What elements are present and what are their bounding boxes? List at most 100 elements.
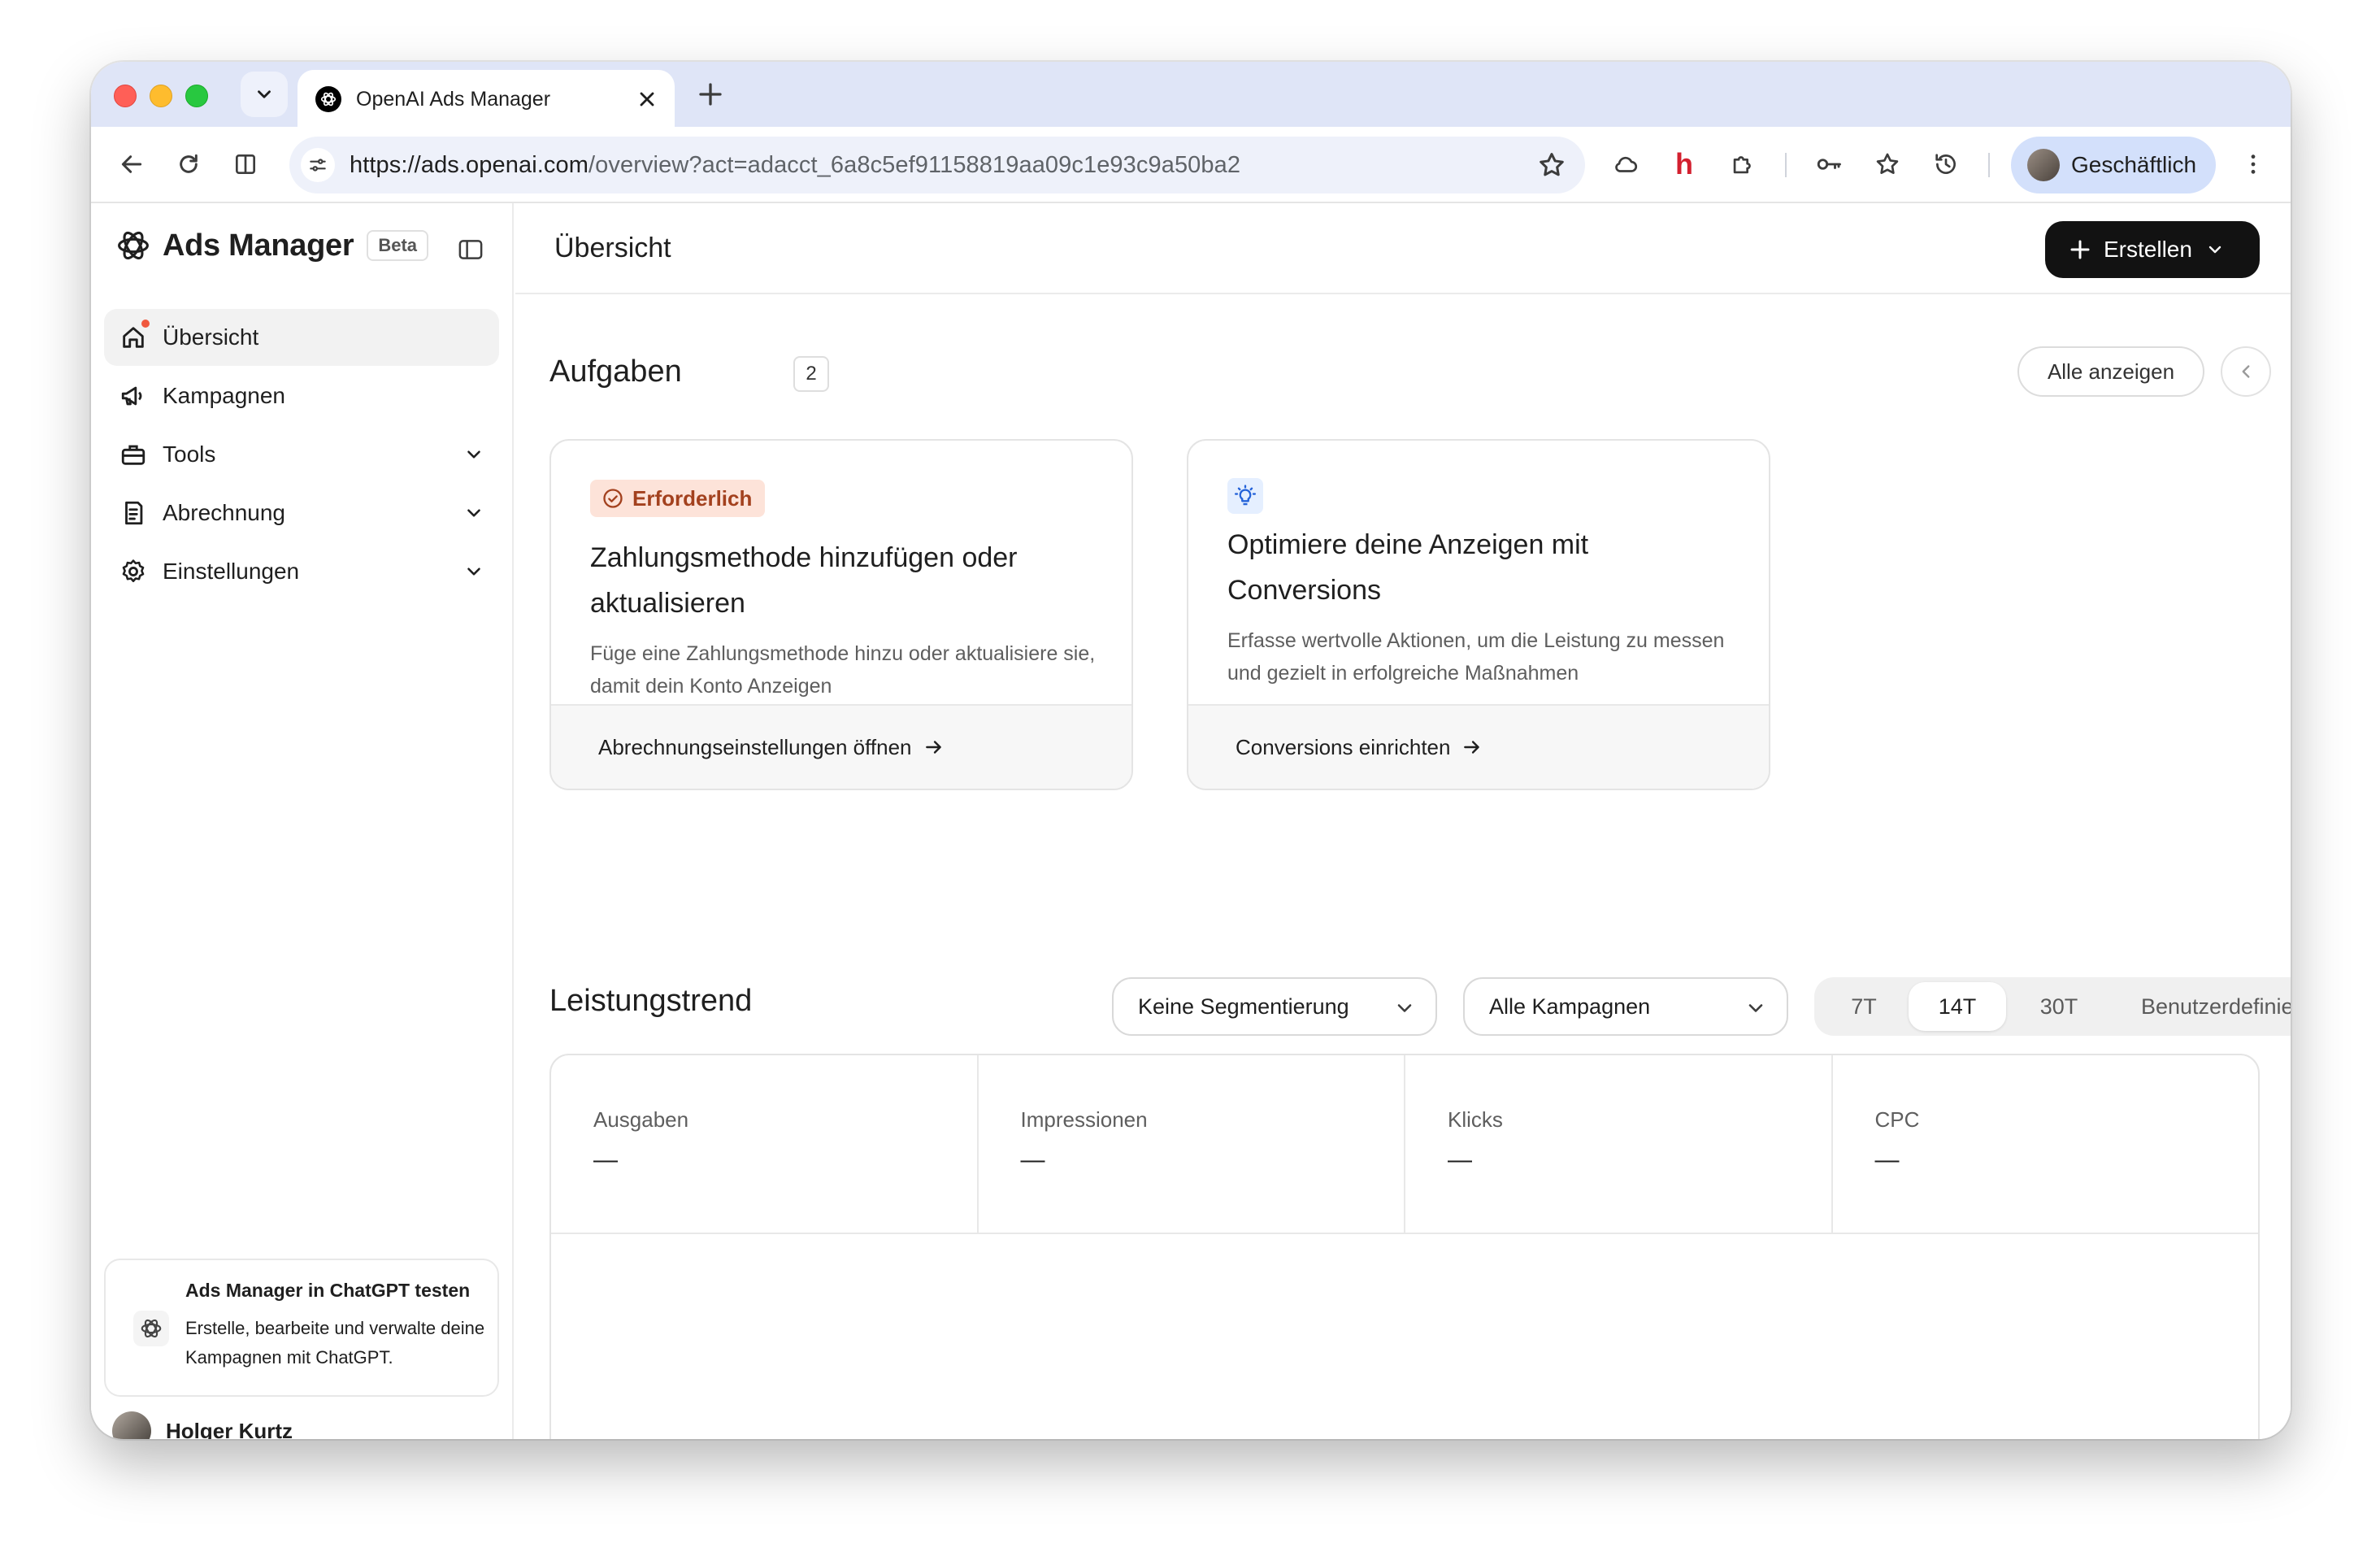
sidebar-item-label: Kampagnen [163, 383, 286, 408]
task-card-footer[interactable]: Abrechnungseinstellungen öffnen [551, 704, 1131, 789]
close-window-button[interactable] [114, 85, 137, 107]
chevron-down-icon [1748, 1004, 1763, 1012]
billing-settings-link[interactable]: Abrechnungseinstellungen öffnen [598, 735, 912, 760]
chatgpt-promo-card[interactable]: Ads Manager in ChatGPT testen Erstelle, … [104, 1259, 499, 1397]
task-card-title: Optimiere deine Anzeigen mit Conversions [1227, 529, 1589, 606]
chevron-left-icon [2242, 365, 2250, 378]
task-card-title: Zahlungsmethode hinzufügen oder aktualis… [590, 542, 1018, 619]
task-card-conversions[interactable]: Optimiere deine Anzeigen mit Conversions… [1187, 439, 1770, 790]
range-option-14t[interactable]: 14T [1909, 982, 2006, 1031]
setup-conversions-link[interactable]: Conversions einrichten [1236, 735, 1450, 760]
metric-value: — [593, 1146, 618, 1173]
profile-avatar [2027, 149, 2060, 181]
new-tab-icon[interactable] [696, 80, 725, 109]
sidebar-item-campaigns[interactable]: Kampagnen [104, 367, 499, 424]
task-card-description: Erfasse wertvolle Aktionen, um die Leist… [1227, 629, 1725, 685]
metric-value: — [1020, 1146, 1045, 1173]
reload-button[interactable] [172, 148, 205, 180]
chevron-down-icon [1397, 1004, 1412, 1012]
key-icon [1817, 159, 1841, 170]
h-extension-icon: h [1675, 147, 1693, 180]
site-info-button[interactable] [301, 148, 335, 182]
task-card-footer[interactable]: Conversions einrichten [1188, 704, 1769, 789]
back-button[interactable] [115, 148, 148, 180]
required-badge: Erforderlich [590, 480, 766, 517]
bookmark-star-icon[interactable] [1536, 150, 1567, 180]
page-title: Übersicht [554, 233, 671, 263]
profile-button[interactable]: Geschäftlich [2011, 137, 2216, 193]
beta-badge: Beta [367, 230, 429, 261]
brand-name: Ads Manager [163, 228, 354, 263]
create-button-label: Erstellen [2104, 237, 2192, 262]
metrics-panel: Ausgaben — Impressionen — Klicks — CPC — [549, 1054, 2260, 1439]
metric-impressions[interactable]: Impressionen — [979, 1055, 1405, 1233]
puzzle-icon [1733, 156, 1751, 174]
split-view-button[interactable] [229, 148, 262, 180]
main-content: Übersicht Erstellen Aufgaben 2 Alle anze… [515, 203, 2291, 1439]
h-extension-button[interactable]: h [1668, 147, 1700, 180]
maximize-window-button[interactable] [185, 85, 208, 107]
toolbar-separator [1988, 153, 1990, 177]
split-view-icon [236, 154, 255, 174]
openai-favicon-icon [315, 86, 341, 112]
profile-label: Geschäftlich [2071, 152, 2197, 177]
cloud-extension-button[interactable] [1609, 148, 1642, 180]
metric-clicks[interactable]: Klicks — [1405, 1055, 1833, 1233]
metric-label: Impressionen [1020, 1107, 1148, 1132]
bookmarks-button[interactable] [1871, 148, 1904, 180]
url-text: https://ads.openai.com/overview?act=adac… [350, 152, 1240, 179]
range-option-custom[interactable]: Benutzerdefiniert [2112, 982, 2291, 1031]
sidebar-item-overview[interactable]: Übersicht [104, 309, 499, 366]
tasks-title: Aufgaben [549, 354, 682, 389]
user-profile[interactable]: Holger Kurtz [112, 1411, 293, 1439]
reload-icon [180, 154, 198, 173]
gear-icon [119, 557, 148, 586]
range-option-30t[interactable]: 30T [2006, 982, 2112, 1031]
avatar [112, 1411, 151, 1439]
address-bar[interactable]: https://ads.openai.com/overview?act=adac… [289, 137, 1585, 193]
task-card-payment[interactable]: Erforderlich Zahlungsmethode hinzufügen … [549, 439, 1133, 790]
metric-value: — [1448, 1146, 1472, 1173]
extensions-button[interactable] [1726, 148, 1759, 180]
history-icon [1935, 154, 1956, 174]
metric-cpc[interactable]: CPC — [1833, 1055, 2259, 1233]
campaign-select[interactable]: Alle Kampagnen [1463, 977, 1788, 1036]
sidebar-item-label: Übersicht [163, 324, 259, 350]
sidebar-item-billing[interactable]: Abrechnung [104, 485, 499, 541]
segmentation-select[interactable]: Keine Segmentierung [1112, 977, 1437, 1036]
close-tab-icon[interactable] [636, 88, 658, 111]
sidebar-item-settings[interactable]: Einstellungen [104, 543, 499, 600]
sidebar-item-tools[interactable]: Tools [104, 426, 499, 483]
brand[interactable]: Ads Manager Beta [115, 228, 429, 263]
sidebar-toggle-icon[interactable] [458, 239, 483, 260]
browser-toolbar: https://ads.openai.com/overview?act=adac… [91, 127, 2291, 203]
browser-menu-button[interactable] [2237, 148, 2269, 180]
sidebar-nav: Übersicht Kampagnen Tools Abrechnung Ein… [104, 309, 499, 602]
metrics-row: Ausgaben — Impressionen — Klicks — CPC — [551, 1055, 2258, 1234]
sidebar-item-label: Abrechnung [163, 500, 286, 525]
metric-spend[interactable]: Ausgaben — [551, 1055, 979, 1233]
view-all-button[interactable]: Alle anzeigen [2017, 346, 2204, 397]
star-list-icon [1876, 153, 1899, 174]
chevron-down-icon [467, 509, 480, 517]
metric-label: CPC [1874, 1107, 1920, 1132]
arrow-right-icon [1464, 741, 1480, 754]
metric-label: Ausgaben [593, 1107, 689, 1132]
promo-title: Ads Manager in ChatGPT testen [185, 1280, 471, 1301]
create-button[interactable]: Erstellen [2045, 221, 2260, 278]
ads-manager-app: Ads Manager Beta Übersicht Kampagnen Too… [91, 203, 2291, 1439]
cloud-icon [1615, 156, 1638, 172]
promo-text: Erstelle, bearbeite und verwalte deine K… [185, 1318, 485, 1368]
minimize-window-button[interactable] [150, 85, 172, 107]
campaign-value: Alle Kampagnen [1489, 994, 1651, 1019]
sidebar: Ads Manager Beta Übersicht Kampagnen Too… [91, 203, 514, 1439]
browser-tab-active[interactable]: OpenAI Ads Manager [298, 70, 675, 128]
passwords-button[interactable] [1813, 148, 1845, 180]
tab-search-button[interactable] [241, 72, 288, 117]
previous-button[interactable] [2221, 346, 2271, 397]
megaphone-icon [119, 381, 148, 411]
history-button[interactable] [1930, 148, 1962, 180]
metric-label: Klicks [1448, 1107, 1503, 1132]
range-option-7t[interactable]: 7T [1819, 982, 1909, 1031]
chevron-down-icon [258, 90, 271, 98]
